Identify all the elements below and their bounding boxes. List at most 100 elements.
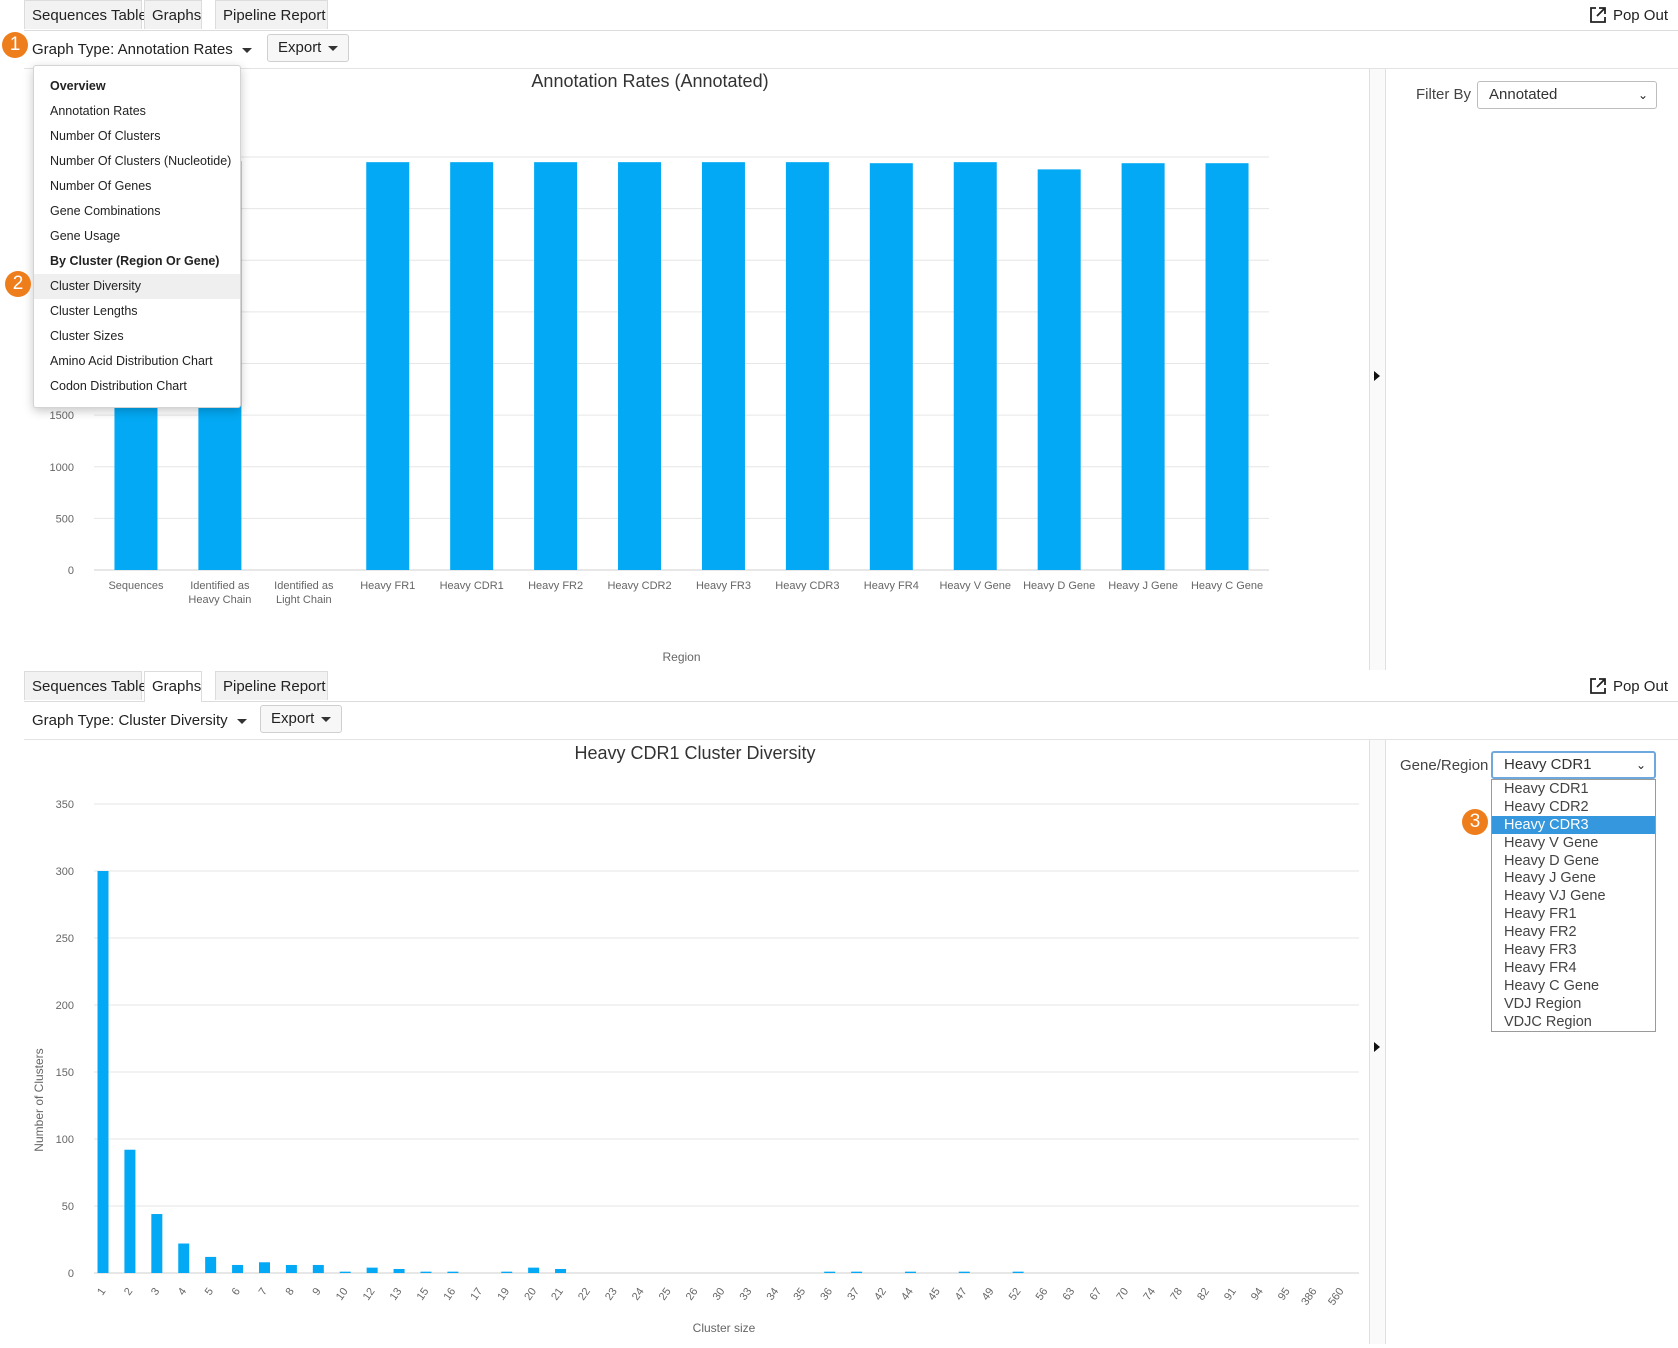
bar (312, 1264, 324, 1273)
bar (393, 1268, 405, 1273)
graph-type-dropdown[interactable]: Graph Type: Cluster Diversity (32, 707, 247, 735)
menu-item[interactable]: Gene Usage (34, 224, 240, 249)
tab-graphs[interactable]: Graphs (144, 0, 202, 29)
graph-type-dropdown[interactable]: Graph Type: Annotation Rates (32, 36, 252, 64)
filter-sidebar: Filter By Annotated ⌄ (1385, 69, 1678, 669)
bar (501, 1271, 513, 1273)
gene-region-option[interactable]: Heavy D Gene (1492, 852, 1655, 870)
bar (1037, 169, 1081, 570)
x-tick-label: 22 (576, 1286, 593, 1303)
x-tick-label: 12 (361, 1286, 378, 1303)
filter-by-value: Annotated (1489, 86, 1558, 103)
export-label: Export (278, 39, 322, 56)
menu-item[interactable]: Number Of Clusters (Nucleotide) (34, 149, 240, 174)
x-tick-label: 34 (764, 1286, 781, 1303)
x-tick-label: 7 (257, 1286, 270, 1298)
gene-region-option[interactable]: Heavy V Gene (1492, 834, 1655, 852)
y-tick-label: 0 (68, 1268, 74, 1280)
pop-out-icon (1590, 678, 1606, 694)
gene-region-option[interactable]: Heavy VJ Gene (1492, 887, 1655, 905)
gene-region-option[interactable]: Heavy CDR2 (1492, 798, 1655, 816)
caret-down-icon (241, 47, 252, 53)
menu-item[interactable]: Cluster Diversity (34, 274, 240, 299)
bar (528, 1267, 540, 1273)
y-tick-label: 500 (56, 513, 74, 525)
menu-group-header: By Cluster (Region Or Gene) (50, 254, 220, 268)
y-tick-label: 0 (68, 565, 74, 577)
x-tick-label: 21 (549, 1286, 566, 1303)
bar (1205, 163, 1249, 570)
gene-region-option[interactable]: Heavy FR3 (1492, 941, 1655, 959)
gene-region-option[interactable]: VDJC Region (1492, 1013, 1655, 1031)
x-tick-label: 94 (1249, 1286, 1266, 1303)
gene-region-option[interactable]: Heavy J Gene (1492, 869, 1655, 887)
gene-region-option[interactable]: VDJ Region (1492, 995, 1655, 1013)
pop-out-label: Pop Out (1612, 6, 1668, 24)
x-tick-label: 25 (657, 1286, 674, 1303)
pop-out-button[interactable]: Pop Out (1589, 6, 1668, 24)
gene-region-option[interactable]: Heavy FR2 (1492, 923, 1655, 941)
menu-item[interactable]: Number Of Genes (34, 174, 240, 199)
pop-out-button[interactable]: Pop Out (1589, 677, 1668, 695)
y-axis-title: Number of Clusters (32, 1048, 46, 1151)
menu-group-header: Overview (50, 79, 106, 93)
gene-region-option[interactable]: Heavy CDR3 (1492, 815, 1655, 834)
gene-region-option[interactable]: Heavy C Gene (1492, 977, 1655, 995)
x-tick-label: Heavy FR3 (696, 580, 751, 592)
filter-by-select[interactable]: Annotated ⌄ (1477, 81, 1657, 109)
x-tick-label: 78 (1168, 1286, 1185, 1303)
bar (151, 1214, 163, 1273)
x-tick-label: 35 (791, 1286, 808, 1303)
menu-item[interactable]: Annotation Rates (34, 99, 240, 124)
gene-region-option[interactable]: Heavy FR4 (1492, 959, 1655, 977)
x-tick-label: 91 (1222, 1286, 1239, 1303)
menu-item[interactable]: Number Of Clusters (34, 124, 240, 149)
y-tick-label: 200 (56, 1000, 74, 1012)
bar (904, 1271, 916, 1273)
bar (450, 162, 494, 570)
graph-type-label: Graph Type: Annotation Rates (32, 41, 233, 58)
expand-arrow-icon[interactable] (1374, 371, 1380, 381)
tab-sequences-table[interactable]: Sequences Table (24, 671, 147, 700)
menu-item[interactable]: Gene Combinations (34, 199, 240, 224)
tab-sequences-table[interactable]: Sequences Table (24, 0, 147, 29)
bar (869, 163, 913, 570)
menu-item[interactable]: Codon Distribution Chart (34, 374, 240, 399)
tab-bar: Sequences Table Graphs Pipeline Report P… (24, 671, 1678, 702)
cluster-diversity-panel: Sequences Table Graphs Pipeline Report P… (0, 671, 1678, 1344)
gene-region-select[interactable]: Heavy CDR1 ⌄ (1491, 751, 1656, 779)
menu-item[interactable]: Amino Acid Distribution Chart (34, 349, 240, 374)
y-tick-label: 100 (56, 1134, 74, 1146)
tab-pipeline-report[interactable]: Pipeline Report (215, 0, 328, 29)
menu-item[interactable]: Cluster Lengths (34, 299, 240, 324)
x-tick-label: 26 (684, 1286, 701, 1303)
sidebar-toggle-strip[interactable] (1369, 69, 1386, 670)
gene-region-option[interactable]: Heavy CDR1 (1492, 780, 1655, 798)
x-tick-label: Heavy J Gene (1108, 580, 1178, 592)
export-button[interactable]: Export (260, 705, 343, 733)
x-tick-label: Heavy C Gene (1191, 580, 1263, 592)
x-tick-label: Heavy CDR1 (440, 580, 504, 592)
x-tick-label: 52 (1007, 1286, 1024, 1303)
bar (534, 162, 578, 570)
graph-type-label: Graph Type: Cluster Diversity (32, 712, 228, 729)
x-tick-label: 560 (1326, 1286, 1346, 1308)
gene-region-option[interactable]: Heavy FR1 (1492, 905, 1655, 923)
expand-arrow-icon[interactable] (1374, 1042, 1380, 1052)
tab-pipeline-report[interactable]: Pipeline Report (215, 671, 328, 700)
sidebar-toggle-strip[interactable] (1369, 740, 1386, 1344)
x-tick-label: 30 (711, 1286, 728, 1303)
bar (785, 162, 829, 570)
x-tick-label: 24 (630, 1286, 647, 1303)
bar (1012, 1271, 1024, 1273)
bar (447, 1271, 459, 1273)
export-button[interactable]: Export (267, 34, 350, 62)
x-tick-label: 45 (926, 1286, 943, 1303)
cluster-diversity-svg: Heavy CDR1 Cluster Diversity 0 50 100 150 200… (32, 743, 1359, 1335)
x-tick-label: Identified as (190, 580, 250, 592)
tab-graphs[interactable]: Graphs (144, 671, 202, 702)
y-tick-label: 1500 (50, 410, 74, 422)
bar (205, 1256, 217, 1273)
chevron-down-icon: ⌄ (1635, 758, 1646, 772)
menu-item[interactable]: Cluster Sizes (34, 324, 240, 349)
